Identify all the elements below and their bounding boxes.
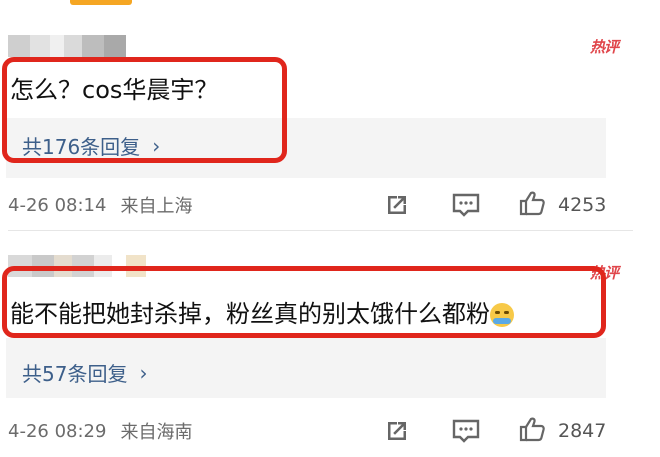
reply-count-label: 共57条回复: [22, 362, 128, 386]
comment-location: 来自上海: [120, 196, 193, 217]
comment-time: 4-26 08:14: [8, 194, 107, 216]
comment-item-2: 热评 能不能把她封杀掉，粉丝真的别太饿什么都粉 共57条回复 › 4-26 08…: [0, 232, 660, 457]
highlight-frame: [2, 266, 606, 338]
comment-time: 4-26 08:29: [8, 420, 107, 442]
share-icon[interactable]: [383, 417, 411, 445]
comment-icon[interactable]: [451, 191, 481, 219]
view-replies-link[interactable]: 共57条回复 ›: [22, 358, 147, 387]
highlight-frame: [2, 57, 287, 163]
hot-comment-badge: 热评: [589, 38, 619, 56]
like-count: 4253: [558, 194, 607, 216]
comment-item-1: 热评 怎么？cos华晨宇？ 共176条回复 › 4-26 08:14 来自上海 …: [0, 0, 660, 231]
like-button[interactable]: 2847: [518, 415, 606, 448]
comment-meta: 4-26 08:29 来自海南 2847: [8, 415, 628, 447]
chevron-right-icon: ›: [139, 360, 148, 385]
comment-meta: 4-26 08:14 来自上海 4253: [8, 189, 628, 221]
like-icon: [518, 189, 548, 222]
like-icon: [518, 415, 548, 448]
username-mosaic: [8, 35, 126, 57]
like-button[interactable]: 4253: [518, 189, 606, 222]
share-icon[interactable]: [383, 191, 411, 219]
comment-icon[interactable]: [451, 417, 481, 445]
comment-divider: [8, 230, 633, 231]
comment-location: 来自海南: [120, 422, 193, 443]
like-count: 2847: [558, 420, 607, 442]
